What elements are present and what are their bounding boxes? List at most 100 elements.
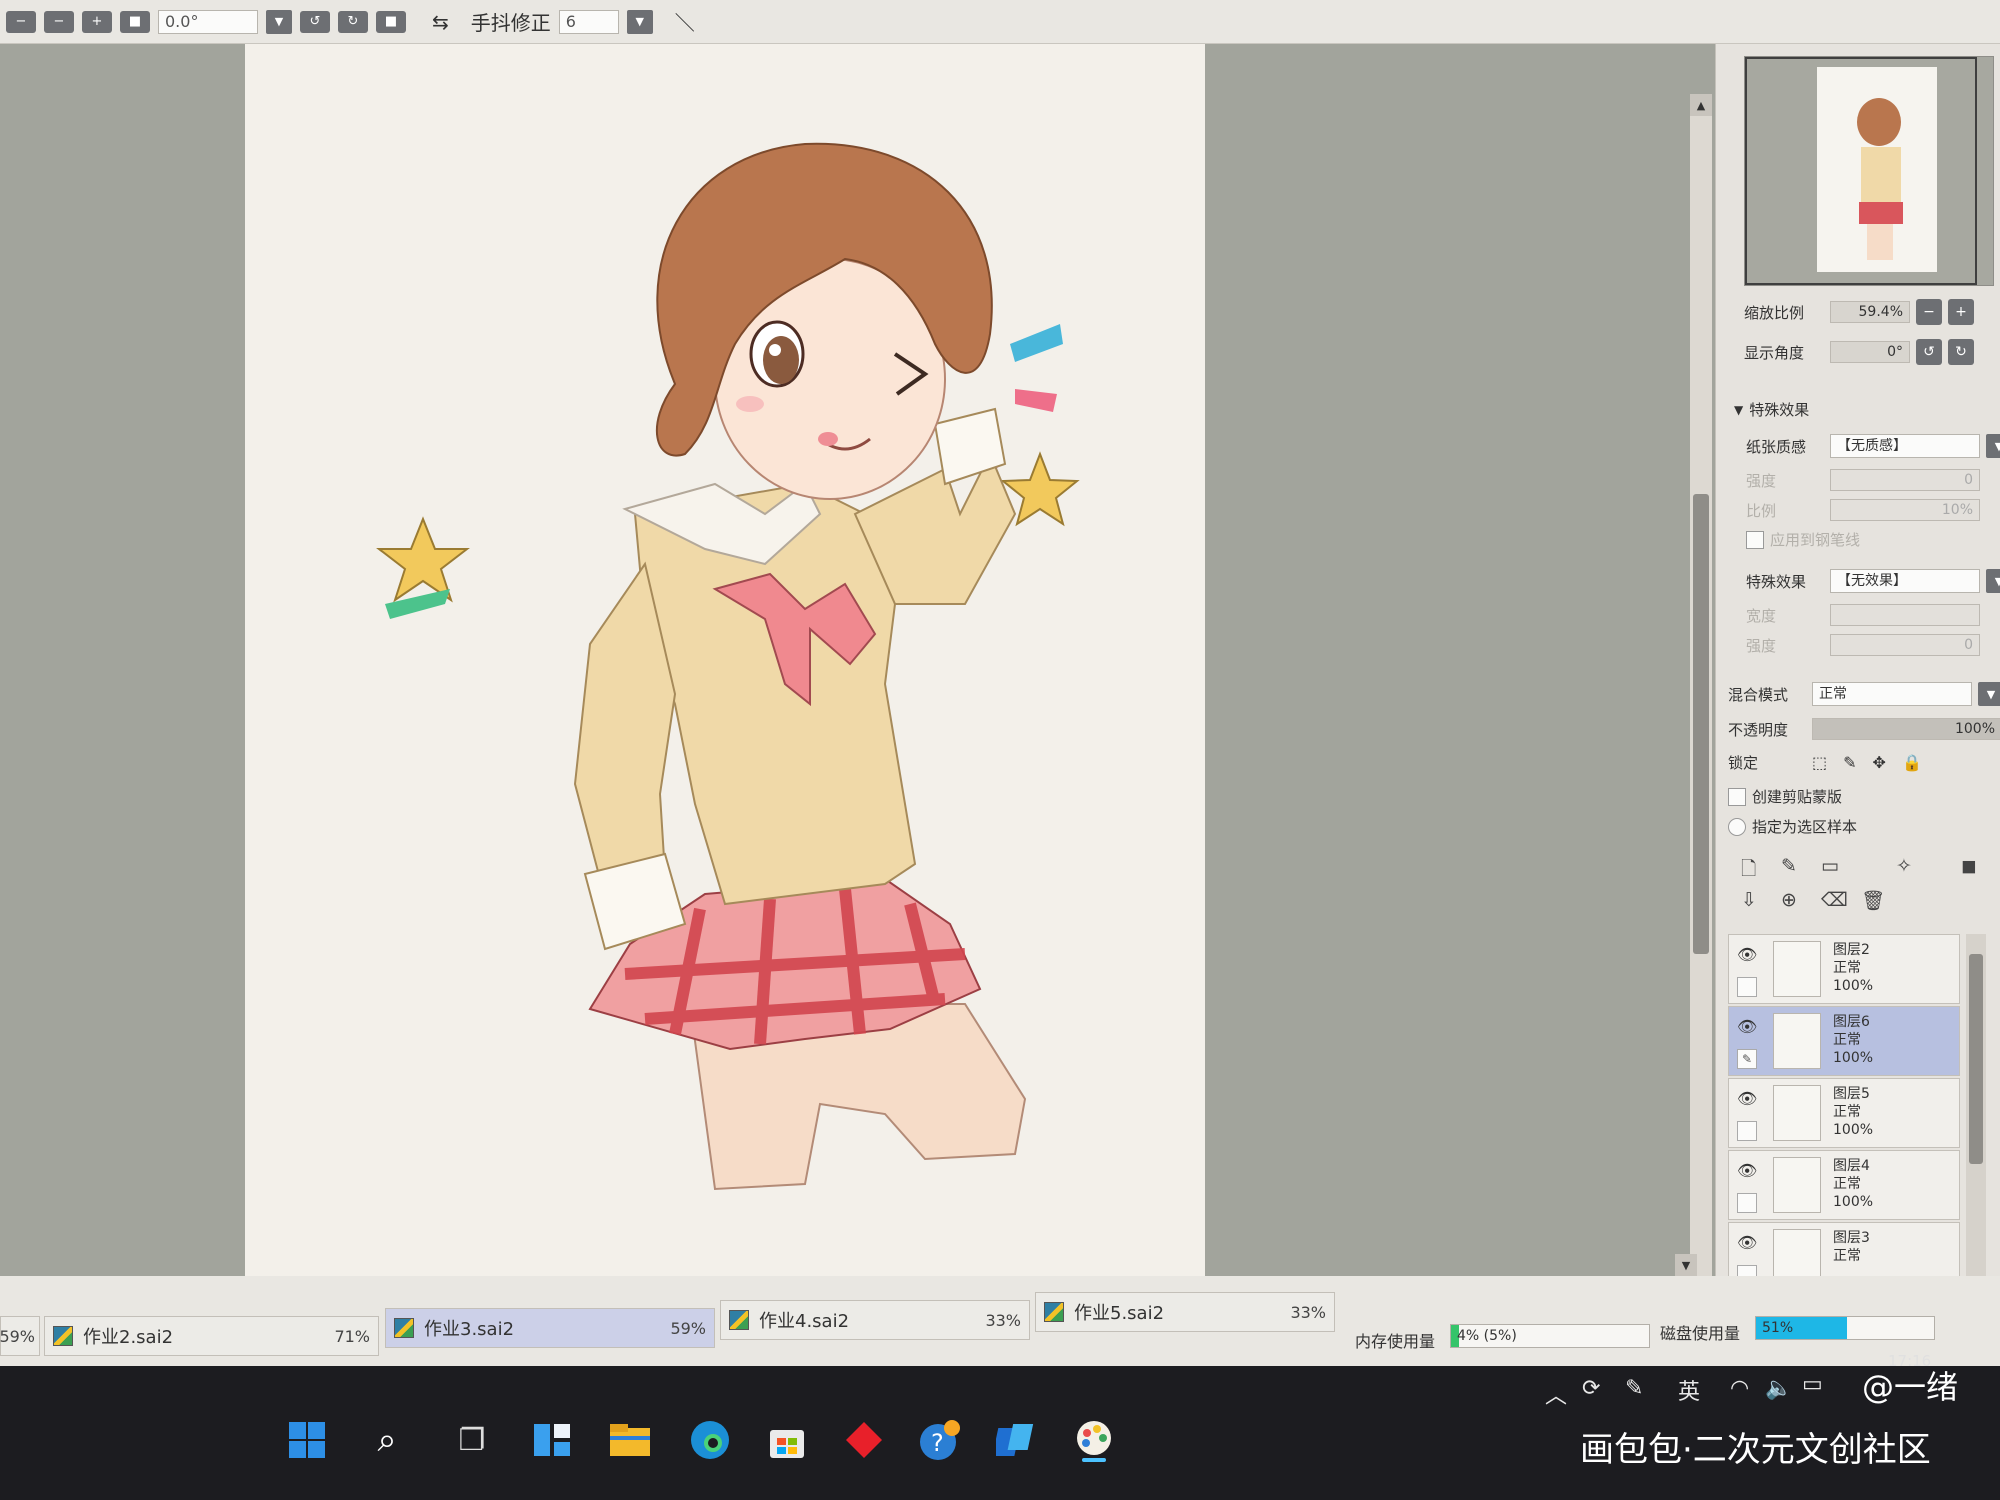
file-tab-active[interactable]: 作业3.sai2 59% xyxy=(385,1308,715,1348)
layer-item[interactable]: 👁 图层2 正常 100% xyxy=(1728,934,1960,1004)
stop-icon[interactable]: ■ xyxy=(120,10,150,33)
zoom-in-button[interactable]: + xyxy=(1948,299,1974,325)
ime-indicator[interactable]: 英 xyxy=(1678,1374,1700,1406)
reset-icon[interactable]: ■ xyxy=(376,10,406,33)
clear-layer-icon[interactable]: ⌫ xyxy=(1821,889,1848,911)
merge-down-icon[interactable]: ⊕ xyxy=(1781,889,1797,911)
clip-mask-checkbox[interactable] xyxy=(1728,787,1746,806)
layer-mode: 正常 xyxy=(1833,960,1861,976)
sync-icon[interactable]: ⟳ xyxy=(1582,1376,1600,1401)
layer-item-selected[interactable]: 👁 ✎ 图层6 正常 100% xyxy=(1728,1006,1960,1076)
navigator-view-rect[interactable] xyxy=(1745,57,1977,285)
microsoft-store-icon[interactable] xyxy=(765,1418,809,1462)
windows-start-icon[interactable] xyxy=(285,1418,329,1462)
scroll-up-icon[interactable]: ▲ xyxy=(1690,94,1712,116)
get-help-icon[interactable]: ? xyxy=(918,1418,962,1462)
navigator-preview[interactable] xyxy=(1744,56,1994,286)
new-layer-icon[interactable]: 🗋 xyxy=(1741,855,1756,887)
file-explorer-icon[interactable] xyxy=(608,1418,652,1462)
layer-list-scrollbar-thumb[interactable] xyxy=(1969,954,1983,1164)
canvas-paper[interactable] xyxy=(245,44,1205,1284)
delete-layer-icon[interactable]: 🗑 xyxy=(1861,889,1885,912)
file-tab[interactable]: 作业5.sai2 33% xyxy=(1035,1292,1335,1332)
angle-dropdown-icon[interactable]: ▼ xyxy=(266,9,292,34)
new-pen-layer-icon[interactable]: ✎ xyxy=(1781,855,1797,877)
strength-slider[interactable]: 0 xyxy=(1830,469,1980,491)
eye-icon[interactable]: 👁 xyxy=(1737,1161,1757,1180)
new-folder-icon[interactable]: ▭ xyxy=(1821,855,1839,877)
stabilizer-field[interactable]: 6 xyxy=(558,9,619,34)
lock-all-icon[interactable]: 🔒 xyxy=(1902,753,1922,772)
layer-checkbox[interactable] xyxy=(1737,1193,1757,1213)
opacity-slider[interactable]: 100% xyxy=(1812,718,2000,740)
blend-mode-select[interactable]: 正常 xyxy=(1812,682,1972,706)
lock-move-icon[interactable]: ✥ xyxy=(1873,753,1886,772)
scroll-down-icon[interactable]: ▼ xyxy=(1675,1254,1697,1276)
blend-mode-dropdown-icon[interactable]: ▼ xyxy=(1978,682,2000,706)
task-view-icon[interactable]: ❐ xyxy=(450,1418,494,1462)
width-slider[interactable] xyxy=(1830,604,1980,626)
vertical-scrollbar[interactable] xyxy=(1690,104,1712,1284)
zoom-slider[interactable]: 59.4% xyxy=(1830,301,1910,323)
opacity-row: 不透明度 100% xyxy=(1728,718,2000,740)
flip-icon[interactable]: ⇆ xyxy=(432,10,449,34)
layer-checkbox[interactable] xyxy=(1737,1121,1757,1141)
effect-dropdown-icon[interactable]: ▼ xyxy=(1986,569,2000,593)
intensity-slider[interactable]: 0 xyxy=(1830,634,1980,656)
file-tab[interactable]: 59% xyxy=(0,1316,40,1356)
canvas-area[interactable]: ▲ ▼ xyxy=(0,44,1715,1320)
pen-icon[interactable]: ✎ xyxy=(1737,1049,1757,1069)
lock-transparency-icon[interactable]: ⬚ xyxy=(1812,753,1827,772)
eye-icon[interactable]: 👁 xyxy=(1737,1017,1757,1036)
chevron-up-icon[interactable]: ︿ xyxy=(1545,1378,1567,1410)
wifi-icon[interactable]: ◠ xyxy=(1730,1376,1749,1401)
scale-slider[interactable]: 10% xyxy=(1830,499,1980,521)
layer-list-scrollbar[interactable] xyxy=(1966,934,1986,1279)
red-diamond-app-icon[interactable] xyxy=(842,1418,886,1462)
search-icon[interactable]: ⌕ xyxy=(365,1418,409,1462)
sai-file-icon xyxy=(729,1310,749,1330)
lock-draw-icon[interactable]: ✎ xyxy=(1843,753,1856,772)
rotate-right-icon[interactable]: ↻ xyxy=(338,10,368,33)
minus-icon[interactable]: − xyxy=(44,10,74,33)
rotate-right-button[interactable]: ↻ xyxy=(1948,339,1974,365)
layer-item[interactable]: 👁 图层3 正常 xyxy=(1728,1222,1960,1279)
eye-icon[interactable]: 👁 xyxy=(1737,945,1757,964)
transfer-down-icon[interactable]: ⇩ xyxy=(1741,889,1757,911)
plus-icon[interactable]: + xyxy=(82,10,112,33)
minus-icon[interactable]: − xyxy=(6,10,36,33)
effect-select[interactable]: 【无效果】 xyxy=(1830,569,1980,593)
stabilizer-dropdown-icon[interactable]: ▼ xyxy=(626,9,653,34)
apply-brush-checkbox[interactable] xyxy=(1746,530,1764,549)
angle-field[interactable]: 0.0° xyxy=(158,9,258,34)
layer-list[interactable]: 👁 图层2 正常 100% 👁 ✎ 图层6 正常 100% 👁 图层5 正常 1… xyxy=(1728,934,1960,1279)
widgets-icon[interactable] xyxy=(530,1418,574,1462)
zoom-out-button[interactable]: − xyxy=(1916,299,1942,325)
eye-icon[interactable]: 👁 xyxy=(1737,1233,1757,1252)
edge-browser-icon[interactable] xyxy=(688,1418,732,1462)
volume-icon[interactable]: 🔈 xyxy=(1765,1376,1792,1401)
collapse-triangle-icon[interactable]: ▼ xyxy=(1734,403,1743,417)
rotate-left-button[interactable]: ↺ xyxy=(1916,339,1942,365)
display-angle-slider[interactable]: 0° xyxy=(1830,341,1910,363)
phone-link-icon[interactable] xyxy=(995,1418,1039,1462)
eye-icon[interactable]: 👁 xyxy=(1737,1089,1757,1108)
layer-item[interactable]: 👁 图层4 正常 100% xyxy=(1728,1150,1960,1220)
file-tab[interactable]: 作业2.sai2 71% xyxy=(44,1316,379,1356)
pen-tray-icon[interactable]: ✎ xyxy=(1625,1376,1643,1401)
layer-mask-icon[interactable]: ◼ xyxy=(1961,855,1977,877)
battery-icon[interactable]: ▭ xyxy=(1802,1372,1823,1397)
rotate-left-icon[interactable]: ↺ xyxy=(300,10,330,33)
line-tool-icon[interactable]: ＼ xyxy=(675,7,695,36)
layer-checkbox[interactable] xyxy=(1737,977,1757,997)
effects-section-header[interactable]: ▼ 特殊效果 xyxy=(1734,399,1809,420)
file-tab[interactable]: 作业4.sai2 33% xyxy=(720,1300,1030,1340)
paper-texture-select[interactable]: 【无质感】 xyxy=(1830,434,1980,458)
paint-tool-sai-icon[interactable] xyxy=(1072,1418,1116,1462)
selection-sample-checkbox[interactable] xyxy=(1728,817,1746,836)
layer-item[interactable]: 👁 图层5 正常 100% xyxy=(1728,1078,1960,1148)
layer-name: 图层4 xyxy=(1833,1158,1870,1174)
paper-texture-dropdown-icon[interactable]: ▼ xyxy=(1986,434,2000,458)
layer-effect-icon[interactable]: ✧ xyxy=(1896,855,1912,877)
vertical-scrollbar-thumb[interactable] xyxy=(1693,494,1709,954)
